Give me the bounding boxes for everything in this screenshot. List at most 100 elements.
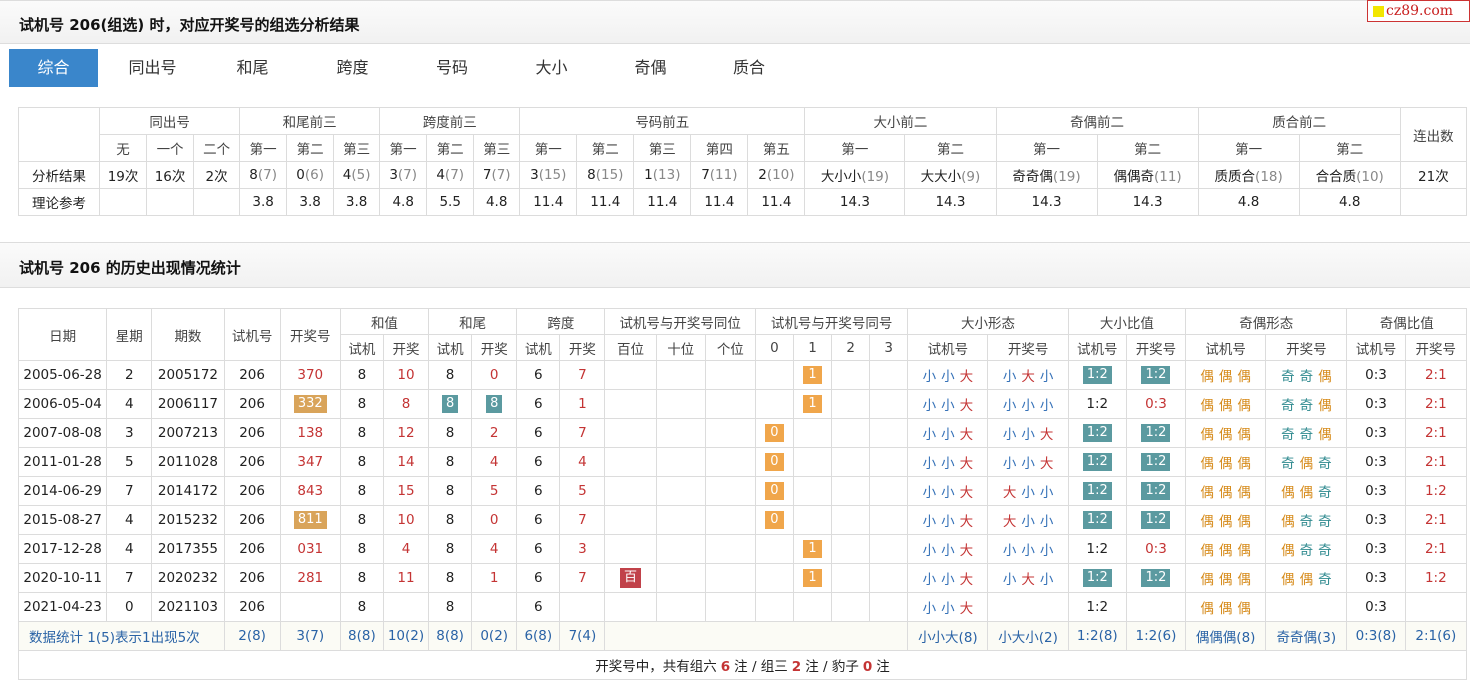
sum-draw-cell: 12: [382, 418, 430, 448]
span-draw-cell: 3: [559, 534, 606, 564]
span-test-cell: 6: [516, 360, 561, 390]
tab-4[interactable]: 跨度: [298, 49, 407, 87]
tab-5[interactable]: 号码: [407, 49, 497, 87]
span-test-cell: 6: [516, 534, 561, 564]
size-ratio-draw-cell: 1:2: [1125, 476, 1187, 506]
same-number-cell-badge: 1: [803, 366, 822, 384]
sub-header: 第一: [995, 134, 1098, 162]
shape-token: 小: [1002, 398, 1017, 414]
history-subheader: 试机: [516, 334, 561, 361]
parity-shape-test-cell: 偶偶偶: [1185, 447, 1267, 477]
ref-cell: 11.4: [633, 188, 692, 216]
history-header: 大小形态: [907, 308, 1069, 335]
shape-token: 奇: [1299, 427, 1314, 443]
shape-token: 小: [1002, 572, 1017, 588]
shape-token: 偶: [1237, 485, 1251, 501]
sum-draw-cell: 8: [382, 389, 430, 419]
result-count: (11): [1153, 169, 1182, 185]
span-test-cell: 6: [516, 505, 561, 535]
stat-value-text: 8(8): [436, 628, 464, 644]
shape-token: 偶: [1218, 543, 1233, 559]
result-count: (11): [709, 167, 738, 183]
same-number-cell: [831, 505, 871, 535]
span-draw-cell: 7: [559, 418, 606, 448]
group-header: 奇偶前二: [995, 107, 1199, 135]
stat-value-text: 10(2): [387, 628, 425, 644]
history-header: 跨度: [516, 308, 606, 335]
same-position-cell: [704, 360, 756, 390]
tab-2[interactable]: 同出号: [98, 49, 207, 87]
shape-token: 小: [922, 572, 937, 588]
tail-test-cell: 8: [428, 447, 473, 477]
parity-ratio-test-cell: 0:3: [1346, 389, 1406, 419]
date-cell: 2021-04-23: [17, 592, 108, 622]
size-ratio-test-cell-badge: 1:2: [1082, 569, 1112, 587]
group-header: 和尾前三: [239, 107, 381, 135]
span-draw-cell: 7: [559, 360, 606, 390]
same-position-cell: [604, 505, 657, 535]
span-test-cell: 6: [516, 563, 561, 593]
size-ratio-draw-cell-badge: 1:2: [1141, 424, 1171, 442]
same-number-cell-badge: 0: [765, 424, 784, 442]
parity-ratio-draw-cell: 1:2: [1404, 563, 1468, 593]
table-row: 2007-08-08 3 2007213 206 138 8 12 8 2 6 7 0 小小大小小大 1:…: [17, 418, 1468, 448]
tail-test-cell: 8: [428, 505, 473, 535]
tab-8[interactable]: 质合: [695, 49, 803, 87]
parity-ratio-test-cell: 0:3: [1346, 476, 1406, 506]
same-position-cell: [704, 505, 756, 535]
parity-ratio-test-cell: 0:3: [1346, 563, 1406, 593]
result-value: 奇奇偶: [1012, 169, 1053, 185]
sub-header: 第一: [804, 134, 906, 162]
sub-header: 第一: [379, 134, 428, 162]
draw-number-cell: 031: [279, 534, 341, 564]
stat-value-text: 偶偶偶(8): [1195, 630, 1256, 646]
history-subheader: 试机号: [1346, 334, 1406, 361]
test-number-cell: 206: [223, 505, 281, 535]
issue-cell: 2014172: [151, 476, 225, 506]
tab-3[interactable]: 和尾: [207, 49, 298, 87]
parity-shape-test-cell: 偶偶偶: [1185, 389, 1267, 419]
summary-cell: 开奖号中，共有组六 6 注 / 组三 2 注 / 豹子 0 注: [18, 650, 1467, 680]
result-value: 合合质: [1315, 169, 1357, 185]
table-row: 2006-05-04 4 2006117 206 332 8 8 8 8 6 1 1 小小大小小小 1:2…: [17, 389, 1468, 419]
history-header: 和值: [339, 308, 430, 335]
tab-6[interactable]: 大小: [497, 49, 606, 87]
tab-7[interactable]: 奇偶: [606, 49, 695, 87]
test-number-cell: 206: [223, 476, 281, 506]
site-logo[interactable]: cz89.com: [1367, 0, 1470, 22]
result-cell: 8(7): [239, 161, 288, 189]
parity-ratio-test-cell: 0:3: [1346, 447, 1406, 477]
result-cell: 19次: [99, 161, 148, 189]
shape-token: 小: [941, 369, 955, 385]
size-ratio-test-cell-badge: 1:2: [1082, 366, 1112, 384]
same-position-cell: [655, 563, 706, 593]
issue-cell: 2021103: [151, 592, 225, 622]
shape-token: 奇: [1281, 398, 1295, 414]
same-number-cell: [792, 592, 833, 622]
group-header: 同出号: [99, 107, 241, 135]
span-test-cell: 6: [516, 418, 561, 448]
size-ratio-test-cell: 1:2: [1067, 563, 1127, 593]
sub-header: 第二: [426, 134, 475, 162]
same-number-cell: 1: [792, 534, 833, 564]
size-ratio-test-cell-badge: 1:2: [1082, 453, 1112, 471]
shape-token: 奇: [1299, 369, 1314, 385]
shape-token: 大: [959, 369, 974, 385]
span-test-cell: 6: [516, 389, 561, 419]
result-value: 21次: [1418, 169, 1449, 185]
shape-token: 小: [922, 427, 937, 443]
tab-1[interactable]: 综合: [9, 49, 98, 87]
size-ratio-test-cell: 1:2: [1067, 476, 1127, 506]
shape-token: 小: [941, 543, 955, 559]
analysis-section-header: 试机号 206(组选) 时，对应开奖号的组选分析结果: [0, 0, 1470, 44]
result-count: (15): [538, 167, 567, 183]
group-header: 号码前五: [519, 107, 806, 135]
sum-test-cell: 8: [339, 592, 384, 622]
shape-token: 奇: [1299, 514, 1314, 530]
sub-header: 第二: [1298, 134, 1401, 162]
history-header: 星期: [106, 308, 153, 361]
parity-ratio-draw-cell: 2:1: [1404, 360, 1468, 390]
shape-token: 小: [1002, 543, 1017, 559]
ref-cell: 3.8: [333, 188, 381, 216]
weekday-cell: 4: [106, 534, 153, 564]
